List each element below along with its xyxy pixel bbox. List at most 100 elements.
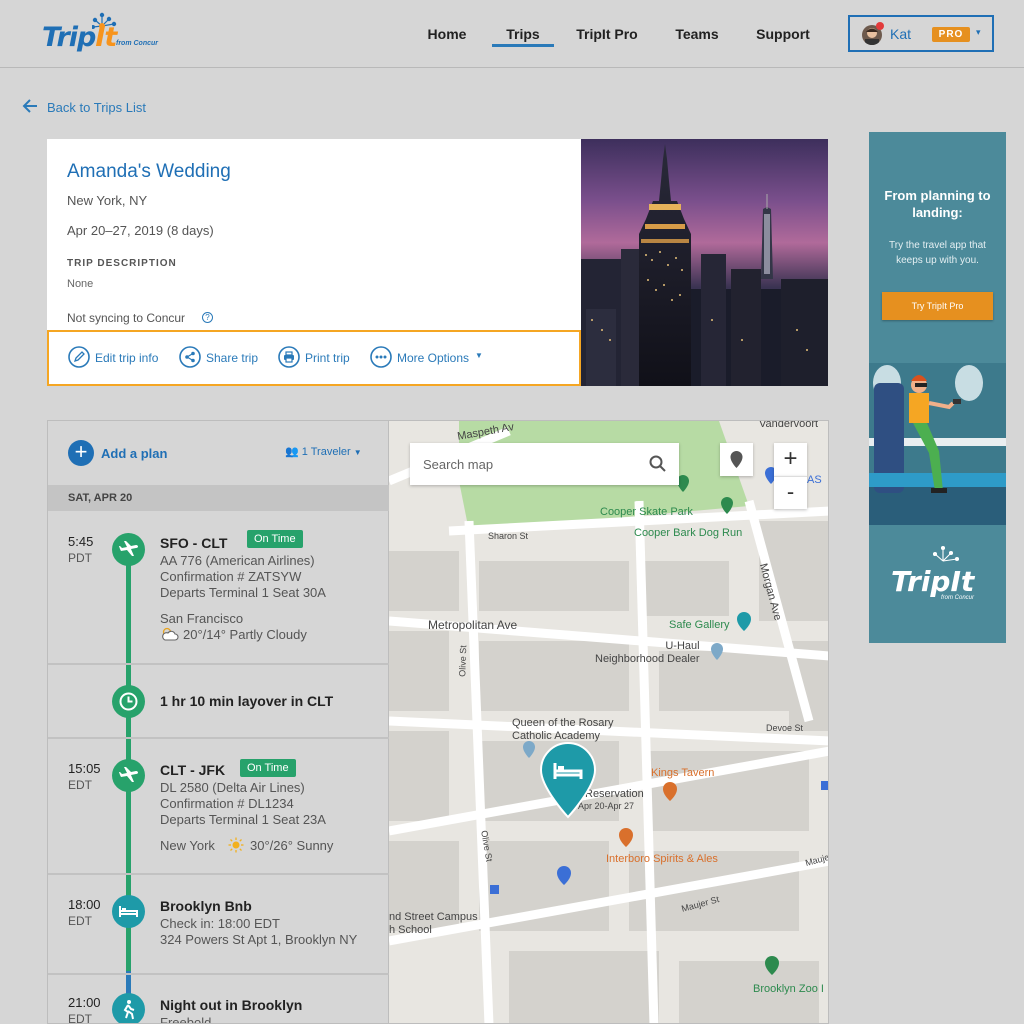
- user-menu[interactable]: Kat PRO ▾: [848, 15, 994, 52]
- map-label-park: Cooper Bark Dog Run: [634, 527, 743, 539]
- map-label-poi: Kings Tavern: [651, 767, 715, 779]
- trip-location: New York, NY: [67, 193, 148, 208]
- on-time-badge: On Time: [240, 759, 296, 777]
- airplane-icon: [112, 759, 145, 792]
- more-options-label: More Options: [397, 351, 470, 365]
- plan-confirmation: Confirmation # DL1234: [160, 796, 294, 811]
- plan-subtitle: Freebold: [160, 1015, 212, 1024]
- back-link-label: Back to Trips List: [47, 100, 146, 115]
- nav-tripit-pro[interactable]: TripIt Pro: [572, 0, 642, 68]
- day-header: SAT, APR 20: [48, 485, 389, 511]
- arrow-left-icon: [22, 99, 37, 113]
- share-trip-label: Share trip: [206, 351, 259, 365]
- active-nav-underline: [492, 44, 554, 47]
- trip-dates: Apr 20–27, 2019 (8 days): [67, 223, 214, 238]
- nav-trips[interactable]: Trips: [492, 0, 554, 68]
- itinerary-list: + Add a plan 👥 1 Traveler ▼ SAT, APR 20 …: [48, 421, 389, 1024]
- map-label-poi: U-Haul Neighborhood Dealer: [595, 640, 700, 665]
- zoom-in-button[interactable]: +: [774, 443, 807, 476]
- plan-item-activity[interactable]: 21:00 EDT Night out in Brooklyn Freebold: [48, 975, 389, 1024]
- print-trip-button[interactable]: Print trip: [278, 346, 356, 368]
- map-pin-button[interactable]: [720, 443, 753, 476]
- plan-item-flight-clt-jfk[interactable]: 15:05 EDT CLT - JFK On Time DL 2580 (Del…: [48, 739, 389, 875]
- ad-tripit-logo: TripIt from Concur: [869, 525, 1006, 643]
- nav-support[interactable]: Support: [750, 0, 816, 68]
- more-dots-icon: [370, 346, 392, 368]
- hotel-map-marker-icon[interactable]: [539, 741, 597, 819]
- trip-title[interactable]: Amanda's Wedding: [67, 161, 231, 183]
- plan-title: CLT - JFK: [160, 762, 226, 778]
- help-icon[interactable]: ?: [202, 312, 213, 323]
- chevron-down-icon: ▼: [475, 351, 483, 360]
- plan-timezone: EDT: [68, 1012, 92, 1024]
- share-icon: [179, 346, 201, 368]
- plan-title: Brooklyn Bnb: [160, 898, 252, 914]
- zoom-out-button[interactable]: -: [774, 476, 807, 509]
- map-label-street: Olive St: [457, 645, 469, 677]
- chevron-down-icon: ▾: [976, 27, 981, 37]
- plan-address: 324 Powers St Apt 1, Brooklyn NY: [160, 932, 358, 947]
- airplane-icon: [112, 533, 145, 566]
- plan-item-layover[interactable]: 1 hr 10 min layover in CLT: [48, 665, 389, 739]
- concur-sync-status: Not syncing to Concur: [67, 311, 186, 325]
- ad-headline: From planning to landing:: [884, 188, 991, 220]
- plan-item-lodging[interactable]: 18:00 EDT Brooklyn Bnb Check in: 18:00 E…: [48, 875, 389, 975]
- logo-subtitle: from Concur: [116, 40, 158, 47]
- nav-home[interactable]: Home: [420, 0, 474, 68]
- plan-time: 18:00: [68, 897, 101, 912]
- plan-city: New York: [160, 838, 215, 853]
- clock-icon: [112, 685, 145, 718]
- map-label-street: Metropolitan Ave: [428, 618, 518, 632]
- plan-airline: DL 2580 (Delta Air Lines): [160, 780, 305, 795]
- map-label-poi: Queen of the Rosary Catholic Academy: [512, 717, 614, 742]
- edit-pencil-icon: [68, 346, 90, 368]
- nav-teams[interactable]: Teams: [668, 0, 726, 68]
- edit-trip-label: Edit trip info: [95, 351, 159, 365]
- bed-icon: [112, 895, 145, 928]
- plan-title: SFO - CLT: [160, 535, 228, 551]
- trip-cover-photo: [581, 139, 828, 386]
- ad-logo-subtitle: from Concur: [941, 595, 975, 601]
- tripit-logo[interactable]: TripIt from Concur: [42, 12, 182, 56]
- map-search-input[interactable]: Search map: [410, 443, 679, 485]
- edit-trip-button[interactable]: Edit trip info: [68, 346, 163, 368]
- plan-terminal-seat: Departs Terminal 1 Seat 30A: [160, 585, 326, 600]
- ad-logo-wordmark: TripIt: [891, 565, 975, 598]
- plan-timezone: EDT: [68, 778, 92, 792]
- share-trip-button[interactable]: Share trip: [179, 346, 263, 368]
- trip-summary-card: Amanda's Wedding New York, NY Apr 20–27,…: [47, 139, 582, 386]
- layover-title: 1 hr 10 min layover in CLT: [160, 693, 334, 709]
- trip-map[interactable]: Maspeth Av Vandervoort Cooper Skate Park…: [389, 421, 828, 1023]
- plan-airline: AA 776 (American Airlines): [160, 553, 315, 568]
- more-options-button[interactable]: More Options ▼: [370, 346, 490, 368]
- plan-time: 5:45: [68, 534, 94, 549]
- people-icon: 👥: [285, 446, 299, 458]
- traveler-count: 1 Traveler: [301, 446, 351, 458]
- trip-description-label: TRIP DESCRIPTION: [67, 258, 177, 269]
- map-label-street: Sharon St: [488, 531, 529, 541]
- sunny-icon: [228, 837, 244, 853]
- plan-timezone: EDT: [68, 914, 92, 928]
- map-pin-icon: [730, 451, 743, 468]
- plan-timezone: PDT: [68, 551, 92, 565]
- map-label-poi: Safe Gallery: [669, 619, 730, 631]
- plan-item-flight-sfo-clt[interactable]: 5:45 PDT SFO - CLT On Time AA 776 (Ameri…: [48, 511, 389, 665]
- airplane-seat-illustration: [869, 363, 1006, 525]
- user-name: Kat: [890, 26, 912, 42]
- map-label-poi: nd Street Campus h School: [389, 911, 478, 936]
- partly-cloudy-icon: [162, 627, 179, 641]
- top-navigation-bar: TripIt from Concur Home Trips TripIt Pro…: [0, 0, 1024, 68]
- logo-wordmark: TripIt: [42, 22, 117, 53]
- plan-title: Night out in Brooklyn: [160, 997, 303, 1013]
- trip-description-value: None: [67, 278, 94, 290]
- try-tripit-pro-button[interactable]: Try TripIt Pro: [882, 292, 993, 320]
- tripit-pro-ad[interactable]: From planning to landing: Try the travel…: [869, 132, 1006, 643]
- city-skyline-illustration: [581, 144, 828, 386]
- search-icon[interactable]: [648, 454, 668, 474]
- map-label-street: Vandervoort: [759, 421, 819, 430]
- printer-icon: [278, 346, 300, 368]
- traveler-filter[interactable]: 👥 1 Traveler ▼: [285, 445, 362, 458]
- plan-terminal-seat: Departs Terminal 1 Seat 23A: [160, 812, 326, 827]
- plan-time: 15:05: [68, 761, 101, 776]
- plan-checkin: Check in: 18:00 EDT: [160, 916, 280, 931]
